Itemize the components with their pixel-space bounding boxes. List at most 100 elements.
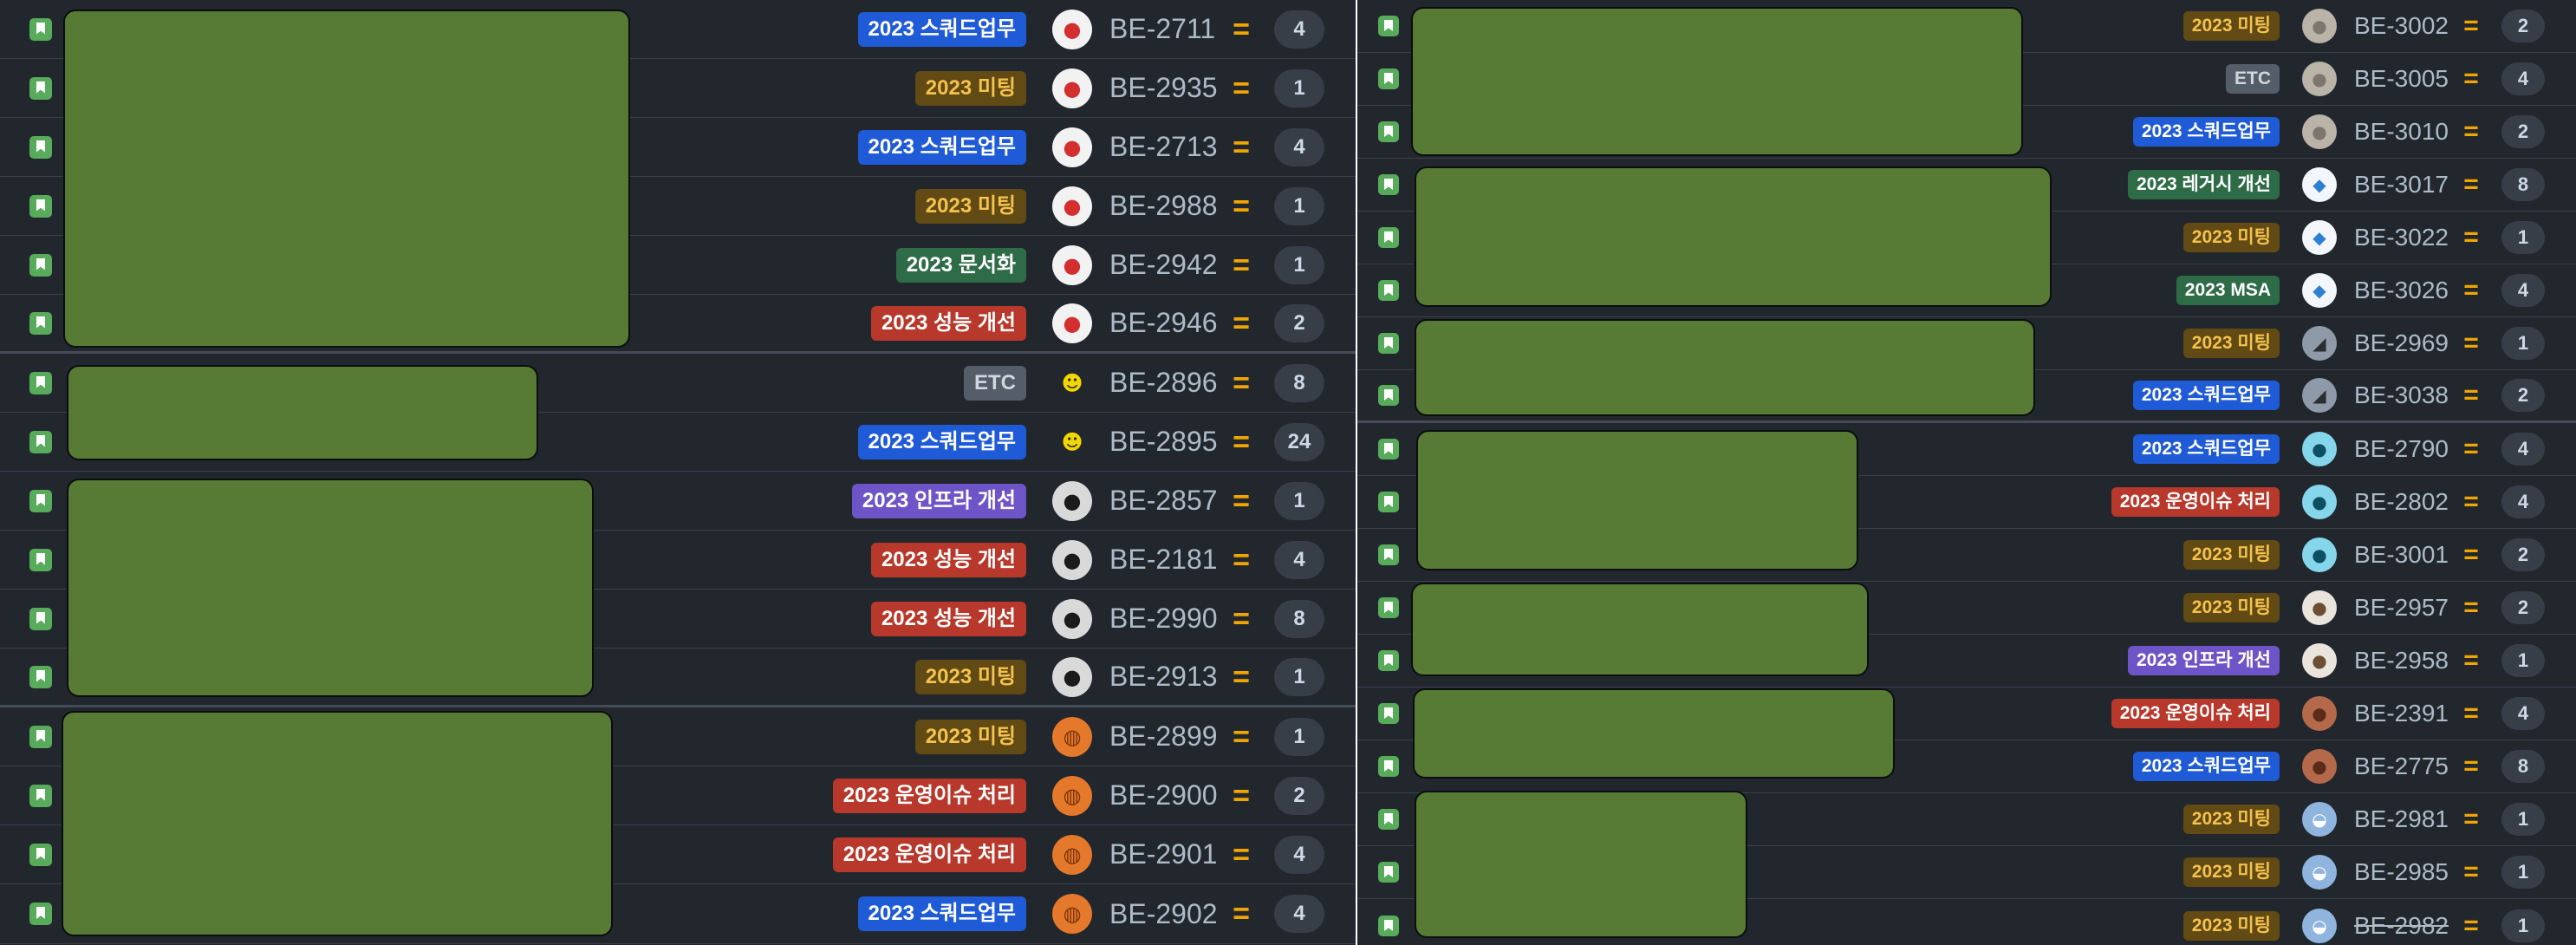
snoopy-avatar-icon[interactable]: ● bbox=[1052, 303, 1092, 343]
basketball-avatar-icon[interactable]: ◍ bbox=[1052, 716, 1092, 757]
frog-avatar-icon[interactable]: ☻ bbox=[1052, 362, 1092, 403]
epic-label[interactable]: 2023 운영이슈 처리 bbox=[2111, 487, 2280, 517]
issue-key[interactable]: BE-3002 bbox=[2354, 12, 2449, 40]
issue-key[interactable]: BE-2913 bbox=[1109, 661, 1218, 693]
epic-label[interactable]: 2023 MSA bbox=[2176, 276, 2280, 305]
gopher-avatar-icon[interactable]: ● bbox=[2302, 538, 2337, 572]
epic-label[interactable]: 2023 미팅 bbox=[2182, 540, 2280, 570]
issue-key[interactable]: BE-2895 bbox=[1109, 426, 1218, 458]
issue-key[interactable]: BE-3038 bbox=[2354, 381, 2449, 409]
road-avatar-icon[interactable]: ◢ bbox=[2302, 378, 2337, 413]
epic-label[interactable]: 2023 미팅 bbox=[914, 188, 1026, 224]
issue-key[interactable]: BE-3010 bbox=[2354, 118, 2449, 146]
epic-label[interactable]: ETC bbox=[964, 365, 1026, 401]
sky-avatar-icon[interactable]: ◒ bbox=[2302, 909, 2337, 943]
epic-label[interactable]: 2023 스쿼드업무 bbox=[857, 896, 1026, 931]
cat-avatar-icon[interactable]: ● bbox=[2302, 114, 2337, 149]
snoopy-avatar-icon[interactable]: ● bbox=[1052, 68, 1092, 108]
issue-key[interactable]: BE-3022 bbox=[2354, 224, 2449, 251]
epic-label[interactable]: 2023 미팅 bbox=[2182, 223, 2280, 252]
issue-key[interactable]: BE-3017 bbox=[2354, 171, 2449, 199]
issue-key[interactable]: BE-2790 bbox=[2354, 435, 2449, 463]
basketball-avatar-icon[interactable]: ◍ bbox=[1052, 834, 1092, 875]
epic-label[interactable]: 2023 인프라 개선 bbox=[851, 483, 1026, 518]
epic-label[interactable]: 2023 스쿼드업무 bbox=[857, 129, 1026, 165]
whale-avatar-icon[interactable]: ◆ bbox=[2302, 220, 2337, 255]
issue-key[interactable]: BE-2935 bbox=[1109, 72, 1218, 104]
snoopy-avatar-icon[interactable]: ● bbox=[1052, 186, 1092, 226]
whale-avatar-icon[interactable]: ◆ bbox=[2302, 273, 2337, 308]
issue-key[interactable]: BE-2988 bbox=[1109, 190, 1218, 222]
sky-avatar-icon[interactable]: ◒ bbox=[2302, 855, 2337, 890]
issue-key[interactable]: BE-3001 bbox=[2354, 541, 2449, 569]
person-avatar-icon[interactable]: ● bbox=[1052, 598, 1092, 639]
road-avatar-icon[interactable]: ◢ bbox=[2302, 326, 2337, 361]
gopher-avatar-icon[interactable]: ● bbox=[2302, 485, 2337, 519]
issue-key[interactable]: BE-2713 bbox=[1109, 131, 1218, 163]
epic-label[interactable]: 2023 인프라 개선 bbox=[2128, 646, 2280, 675]
epic-label[interactable]: 2023 운영이슈 처리 bbox=[2111, 699, 2280, 728]
epic-label[interactable]: 2023 레거시 개선 bbox=[2128, 170, 2280, 199]
epic-label[interactable]: 2023 미팅 bbox=[2182, 911, 2280, 941]
epic-label[interactable]: 2023 성능 개선 bbox=[870, 542, 1026, 577]
snoopy-avatar-icon[interactable]: ● bbox=[1052, 9, 1092, 49]
cat-avatar-icon[interactable]: ● bbox=[2302, 9, 2337, 43]
issue-key[interactable]: BE-2857 bbox=[1109, 485, 1218, 517]
issue-key[interactable]: BE-2981 bbox=[2354, 805, 2449, 833]
issue-key[interactable]: BE-2900 bbox=[1109, 779, 1218, 811]
person-avatar-icon[interactable]: ● bbox=[1052, 480, 1092, 521]
person-avatar-icon[interactable]: ● bbox=[1052, 656, 1092, 697]
issue-key[interactable]: BE-2990 bbox=[1109, 603, 1218, 635]
gopher-avatar-icon[interactable]: ● bbox=[2302, 432, 2337, 466]
epic-label[interactable]: 2023 스쿼드업무 bbox=[857, 11, 1026, 47]
epic-label[interactable]: 2023 미팅 bbox=[914, 719, 1026, 754]
epic-label[interactable]: 2023 미팅 bbox=[2182, 11, 2280, 41]
issue-key[interactable]: BE-2896 bbox=[1109, 367, 1218, 399]
issue-key[interactable]: BE-2958 bbox=[2354, 647, 2449, 675]
epic-label[interactable]: 2023 미팅 bbox=[2182, 805, 2280, 834]
issue-key[interactable]: BE-2982 bbox=[2354, 912, 2449, 940]
epic-label[interactable]: 2023 미팅 bbox=[914, 659, 1026, 694]
epic-label[interactable]: 2023 미팅 bbox=[914, 70, 1026, 106]
epic-label[interactable]: 2023 미팅 bbox=[2182, 329, 2280, 358]
issue-key[interactable]: BE-2957 bbox=[2354, 594, 2449, 622]
epic-label[interactable]: 2023 운영이슈 처리 bbox=[832, 837, 1026, 872]
issue-key[interactable]: BE-2391 bbox=[2354, 700, 2449, 727]
whale-avatar-icon[interactable]: ◆ bbox=[2302, 167, 2337, 202]
issue-key[interactable]: BE-2181 bbox=[1109, 544, 1218, 576]
kitten-avatar-icon[interactable]: ● bbox=[2302, 643, 2337, 678]
epic-label[interactable]: 2023 미팅 bbox=[2182, 857, 2280, 887]
epic-label[interactable]: 2023 미팅 bbox=[2182, 593, 2280, 622]
kitten-avatar-icon[interactable]: ● bbox=[2302, 590, 2337, 625]
epic-label[interactable]: 2023 스쿼드업무 bbox=[2132, 117, 2280, 147]
epic-label[interactable]: 2023 문서화 bbox=[895, 247, 1026, 283]
snoopy-avatar-icon[interactable]: ● bbox=[1052, 244, 1092, 285]
cat-avatar-icon[interactable]: ● bbox=[2302, 62, 2337, 96]
issue-key[interactable]: BE-2942 bbox=[1109, 249, 1218, 281]
epic-label[interactable]: 2023 성능 개선 bbox=[870, 601, 1026, 636]
frog-avatar-icon[interactable]: ☻ bbox=[1052, 421, 1092, 462]
person-avatar-icon[interactable]: ● bbox=[1052, 539, 1092, 580]
epic-label[interactable]: 2023 성능 개선 bbox=[870, 305, 1026, 341]
sky-avatar-icon[interactable]: ◒ bbox=[2302, 802, 2337, 837]
snoopy-avatar-icon[interactable]: ● bbox=[1052, 127, 1092, 167]
issue-key[interactable]: BE-2901 bbox=[1109, 838, 1218, 870]
face-avatar-icon[interactable]: ● bbox=[2302, 749, 2337, 784]
issue-key[interactable]: BE-3026 bbox=[2354, 277, 2449, 304]
issue-key[interactable]: BE-2711 bbox=[1109, 13, 1215, 45]
basketball-avatar-icon[interactable]: ◍ bbox=[1052, 894, 1092, 934]
issue-key[interactable]: BE-2802 bbox=[2354, 488, 2449, 516]
epic-label[interactable]: ETC bbox=[2226, 64, 2280, 94]
issue-key[interactable]: BE-2969 bbox=[2354, 329, 2449, 357]
face-avatar-icon[interactable]: ● bbox=[2302, 696, 2337, 731]
basketball-avatar-icon[interactable]: ◍ bbox=[1052, 775, 1092, 816]
issue-key[interactable]: BE-3005 bbox=[2354, 65, 2449, 93]
epic-label[interactable]: 2023 스쿼드업무 bbox=[2132, 434, 2280, 464]
epic-label[interactable]: 2023 운영이슈 처리 bbox=[832, 778, 1026, 813]
issue-key[interactable]: BE-2902 bbox=[1109, 898, 1218, 930]
issue-key[interactable]: BE-2899 bbox=[1109, 720, 1218, 753]
epic-label[interactable]: 2023 스쿼드업무 bbox=[2132, 381, 2280, 410]
issue-key[interactable]: BE-2775 bbox=[2354, 753, 2449, 780]
issue-key[interactable]: BE-2946 bbox=[1109, 307, 1218, 339]
epic-label[interactable]: 2023 스쿼드업무 bbox=[2132, 752, 2280, 781]
